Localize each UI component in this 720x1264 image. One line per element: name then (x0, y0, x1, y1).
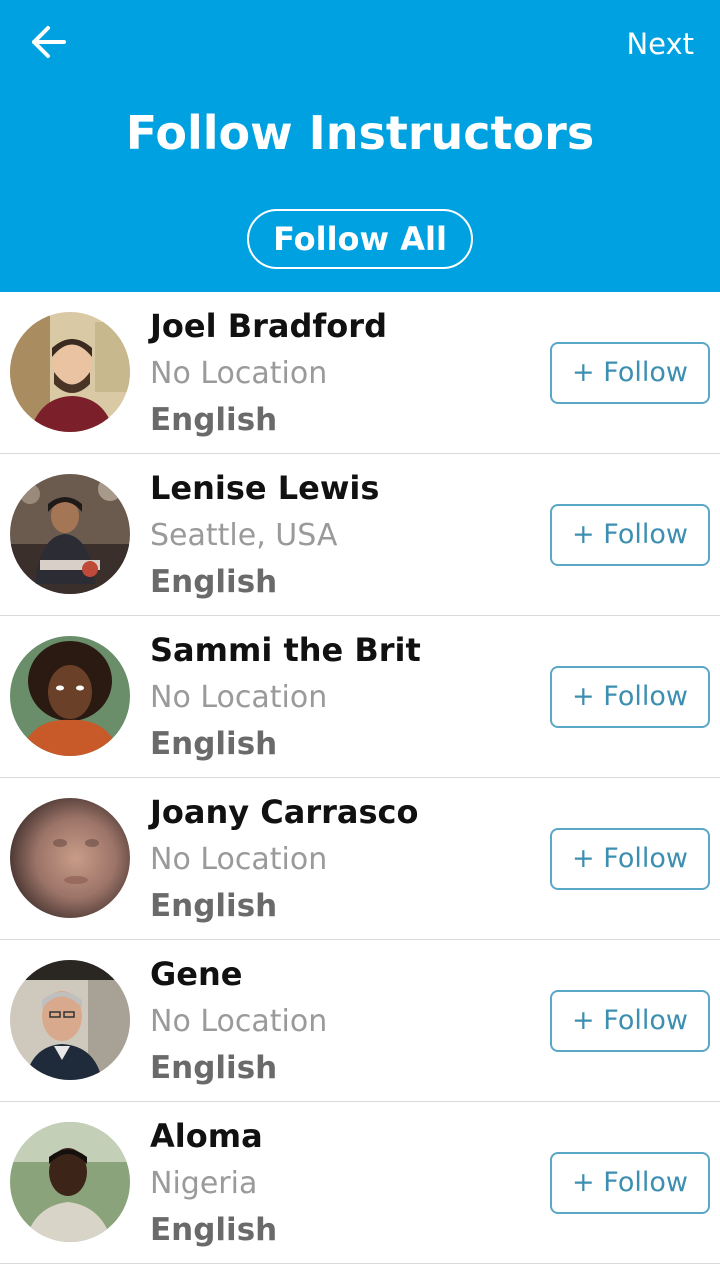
follow-button[interactable]: + Follow (550, 1152, 710, 1214)
instructor-location: Nigeria (150, 1166, 258, 1201)
list-item: Joany Carrasco No Location English + Fol… (0, 778, 720, 940)
avatar[interactable] (10, 798, 130, 918)
follow-button[interactable]: + Follow (550, 666, 710, 728)
list-item: Sammi the Brit No Location English + Fol… (0, 616, 720, 778)
instructor-language: English (150, 402, 278, 438)
instructor-name: Joany Carrasco (150, 793, 419, 831)
avatar[interactable] (10, 474, 130, 594)
page-title: Follow Instructors (125, 106, 595, 160)
follow-button[interactable]: + Follow (550, 828, 710, 890)
instructor-language: English (150, 1050, 278, 1086)
follow-button[interactable]: + Follow (550, 342, 710, 404)
list-item: Lenise Lewis Seattle, USA English + Foll… (0, 454, 720, 616)
arrow-left-icon (32, 26, 66, 58)
back-button[interactable] (28, 22, 72, 62)
avatar[interactable] (10, 636, 130, 756)
list-item: Joel Bradford No Location English + Foll… (0, 292, 720, 454)
instructor-location: No Location (150, 1004, 328, 1039)
list-item: Aloma Nigeria English + Follow (0, 1102, 720, 1264)
instructor-name: Sammi the Brit (150, 631, 421, 669)
follow-all-button[interactable]: Follow All (247, 209, 473, 269)
avatar[interactable] (10, 312, 130, 432)
avatar[interactable] (10, 1122, 130, 1242)
instructor-location: Seattle, USA (150, 518, 338, 553)
instructor-name: Lenise Lewis (150, 469, 380, 507)
instructor-location: No Location (150, 356, 328, 391)
follow-button[interactable]: + Follow (550, 990, 710, 1052)
instructor-language: English (150, 888, 278, 924)
header-bar: Next Follow Instructors Follow All (0, 0, 720, 292)
list-item: Gene No Location English + Follow (0, 940, 720, 1102)
instructor-name: Joel Bradford (150, 307, 387, 345)
avatar[interactable] (10, 960, 130, 1080)
instructor-location: No Location (150, 680, 328, 715)
instructor-language: English (150, 564, 278, 600)
instructor-location: No Location (150, 842, 328, 877)
instructor-list: Joel Bradford No Location English + Foll… (0, 292, 720, 1264)
next-button[interactable]: Next (626, 24, 694, 64)
follow-button[interactable]: + Follow (550, 504, 710, 566)
instructor-language: English (150, 1212, 278, 1248)
instructor-name: Aloma (150, 1117, 263, 1155)
instructor-language: English (150, 726, 278, 762)
instructor-name: Gene (150, 955, 243, 993)
